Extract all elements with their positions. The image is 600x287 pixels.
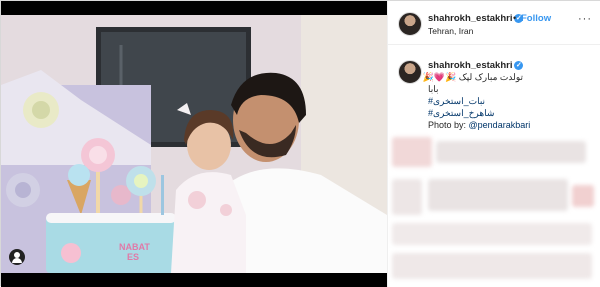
photo-credit-prefix: Photo by:: [428, 120, 469, 130]
cake-text-line2: ES: [127, 252, 140, 262]
more-options-icon[interactable]: ···: [578, 13, 592, 25]
photographer-link[interactable]: @pendarakbari: [469, 120, 531, 130]
blurred-comment-3: [392, 179, 422, 215]
caption-line2: بابا: [428, 84, 439, 94]
location-link[interactable]: Tehran, Iran: [428, 26, 473, 36]
hashtag-link-1[interactable]: #نبات_استخری: [428, 96, 485, 107]
blurred-comment-1: [392, 137, 432, 167]
follow-button[interactable]: Follow: [521, 13, 551, 24]
hashtag-link-2[interactable]: #شاهرخ_استخری: [428, 108, 494, 119]
cake-text-line1: NABAT: [119, 242, 150, 252]
post-photo[interactable]: NABAT ES: [1, 1, 387, 287]
blurred-comment-6: [392, 223, 592, 245]
photo-illustration: [1, 15, 387, 273]
post-sidebar: shahrokh_estakhri ✓ • Follow Tehran, Iran…: [387, 1, 600, 287]
avatar[interactable]: [398, 12, 422, 36]
header-username[interactable]: shahrokh_estakhri ✓: [428, 13, 524, 24]
caption-avatar[interactable]: [398, 60, 422, 84]
photo-scene: NABAT ES: [1, 15, 387, 273]
blurred-comment-2: [436, 141, 586, 163]
caption-line1: تولدت مبارک لپک 🎉💗🎉: [422, 72, 523, 82]
header-separator: •: [513, 13, 517, 23]
verified-badge-icon: ✓: [514, 60, 524, 70]
blurred-comment-5: [572, 185, 594, 207]
blurred-comment-7: [392, 253, 592, 279]
header-username-text[interactable]: shahrokh_estakhri: [428, 13, 512, 24]
instagram-post: NABAT ES shahrokh_estakhri ✓ • Follow Teh…: [0, 0, 600, 287]
photo-credit: Photo by: @pendarakbari: [428, 120, 530, 130]
caption-username[interactable]: shahrokh_estakhri ✓: [428, 60, 524, 71]
blurred-comment-4: [428, 179, 568, 211]
user-tag-icon[interactable]: [9, 249, 25, 265]
cake-text: NABAT ES: [119, 242, 150, 262]
post-header: shahrokh_estakhri ✓ • Follow Tehran, Iran…: [388, 1, 600, 45]
caption-username-text[interactable]: shahrokh_estakhri: [428, 60, 512, 71]
